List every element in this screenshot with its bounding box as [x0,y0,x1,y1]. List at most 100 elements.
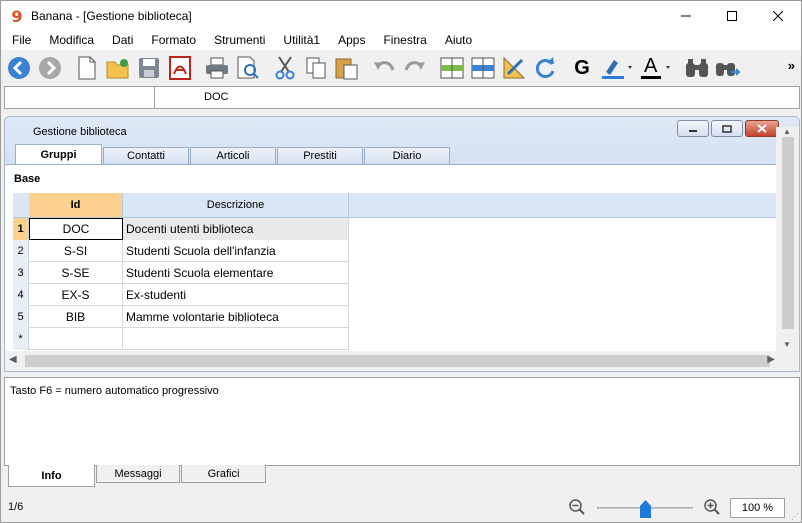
scroll-down-icon[interactable]: ▼ [783,340,791,349]
cell-value-field[interactable]: DOC [204,91,228,103]
new-file-button[interactable] [73,54,101,82]
insert-row-icon [440,57,464,79]
scroll-up-icon[interactable]: ▲ [783,127,791,136]
maximize-button[interactable] [709,1,755,31]
copy-button[interactable] [302,54,330,82]
back-button[interactable] [5,54,33,82]
find-button[interactable] [683,54,711,82]
menu-apps[interactable]: Apps [329,31,374,50]
doc-close-button[interactable] [745,120,779,137]
horizontal-scrollbar[interactable]: ◀ ▶ [5,351,799,371]
zoom-in-icon[interactable] [704,499,720,515]
menu-strumenti[interactable]: Strumenti [205,31,274,50]
resize-grip-icon[interactable]: ⋰ [791,512,799,521]
cell-id[interactable]: S-SE [29,262,123,284]
highlight-button[interactable] [599,54,635,82]
maximize-icon [727,11,737,21]
row-number: 2 [13,240,29,262]
table-row[interactable]: 4 EX-S Ex-studenti [13,284,349,306]
doc-restore-button[interactable] [711,120,743,137]
zoom-out-icon[interactable] [569,499,585,515]
cell-id[interactable]: S-SI [29,240,123,262]
tab-gruppi[interactable]: Gruppi [15,144,102,164]
table-row[interactable]: 5 BIB Mamme volontarie biblioteca [13,306,349,328]
menu-formato[interactable]: Formato [142,31,205,50]
minimize-icon [681,15,691,17]
tab-grafici[interactable]: Grafici [181,465,266,483]
toolbar-overflow-button[interactable]: » [788,58,795,73]
cell-descrizione[interactable]: Docenti utenti biblioteca [123,218,349,240]
cell-address-field[interactable] [5,87,155,108]
edit-ruler-button[interactable] [500,54,528,82]
tab-info[interactable]: Info [8,465,95,487]
open-button[interactable] [104,54,132,82]
forward-button[interactable] [36,54,64,82]
row-number: 4 [13,284,29,306]
scroll-right-icon[interactable]: ▶ [767,354,775,365]
find-replace-icon [716,63,741,76]
table-row[interactable]: 1 DOC Docenti utenti biblioteca [13,218,349,240]
font-color-button[interactable]: A [638,54,674,82]
doc-minimize-button[interactable] [677,120,709,137]
cell-id[interactable]: EX-S [29,284,123,306]
tab-messaggi[interactable]: Messaggi [96,465,180,483]
undo-button[interactable] [370,54,398,82]
delete-row-button[interactable] [469,54,497,82]
print-icon [206,57,228,79]
redo-button[interactable] [401,54,429,82]
cell-descrizione[interactable]: Mamme volontarie biblioteca [123,306,349,328]
table-row[interactable]: 2 S-SI Studenti Scuola dell'infanzia [13,240,349,262]
column-header-descrizione[interactable]: Descrizione [123,193,349,218]
insert-row-button[interactable] [438,54,466,82]
zoom-slider-thumb[interactable] [640,500,651,518]
menu-modifica[interactable]: Modifica [40,31,103,50]
window-controls [663,1,801,31]
tab-prestiti[interactable]: Prestiti [277,147,363,164]
open-folder-icon [106,59,129,79]
cell-descrizione[interactable]: Ex-studenti [123,284,349,306]
menu-finestra[interactable]: Finestra [374,31,435,50]
vertical-scroll-thumb[interactable] [782,137,794,329]
cut-button[interactable] [271,54,299,82]
cell-descrizione[interactable] [123,328,349,350]
table-row-new[interactable]: * [13,328,349,350]
zoom-level-field[interactable]: 100 % [730,498,785,518]
print-preview-icon [237,56,259,79]
paste-button[interactable] [333,54,361,82]
cell-id[interactable] [29,328,123,350]
scroll-left-icon[interactable]: ◀ [9,354,17,365]
row-number: 1 [13,218,29,240]
cell-id[interactable]: DOC [29,218,123,240]
tab-contatti[interactable]: Contatti [103,147,189,164]
cell-descrizione[interactable]: Studenti Scuola dell'infanzia [123,240,349,262]
cell-id[interactable]: BIB [29,306,123,328]
horizontal-scroll-thumb[interactable] [25,355,770,367]
menu-utilita1[interactable]: Utilità1 [274,31,329,50]
banana-logo-icon: 9 [11,6,23,26]
table-row[interactable]: 3 S-SE Studenti Scuola elementare [13,262,349,284]
pdf-button[interactable] [166,54,194,82]
refresh-button[interactable] [531,54,559,82]
print-preview-button[interactable] [234,54,262,82]
menu-dati[interactable]: Dati [103,31,142,50]
find-replace-button[interactable] [714,54,742,82]
app-window: 9 Banana - [Gestione biblioteca] File Mo… [0,0,802,523]
find-icon [686,59,708,77]
menu-aiuto[interactable]: Aiuto [436,31,481,50]
vertical-scrollbar[interactable]: ▲ ▼ [776,127,799,351]
column-header-id[interactable]: Id [29,193,123,218]
toolbar: G A » [1,50,801,86]
save-icon [139,58,159,78]
menu-file[interactable]: File [3,31,40,50]
close-icon [773,11,783,21]
tab-diario[interactable]: Diario [364,147,450,164]
font-color-bar [641,66,670,79]
print-button[interactable] [203,54,231,82]
tab-articoli[interactable]: Articoli [190,147,276,164]
minimize-button[interactable] [663,1,709,31]
bold-button[interactable]: G [568,54,596,82]
save-button[interactable] [135,54,163,82]
cell-descrizione[interactable]: Studenti Scuola elementare [123,262,349,284]
close-button[interactable] [755,1,801,31]
row-number: * [13,328,29,350]
